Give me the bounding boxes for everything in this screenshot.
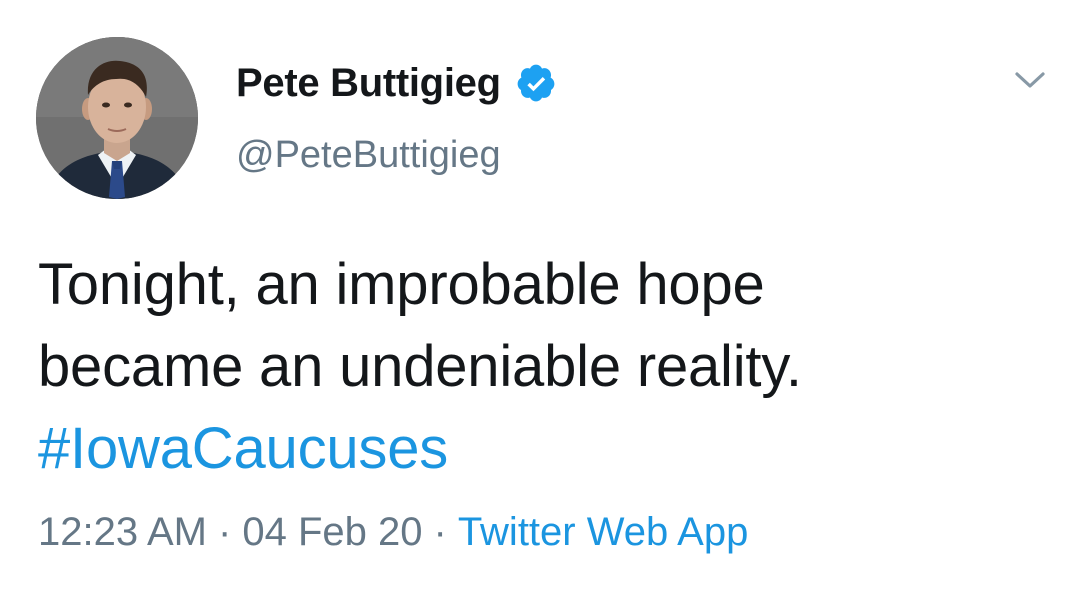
hashtag-link[interactable]: #IowaCaucuses: [38, 416, 448, 481]
tweet-text: Tonight, an improbable hope became an un…: [38, 244, 1038, 490]
tweet-time[interactable]: 12:23 AM: [38, 510, 207, 555]
tweet-card: Pete Buttigieg @PeteButtigieg Tonight, a…: [0, 0, 1080, 593]
tweet-text-line: Tonight, an improbable hope: [38, 252, 765, 317]
tweet-metadata: 12:23 AM · 04 Feb 20 · Twitter Web App: [38, 510, 748, 555]
verified-badge-icon: [515, 62, 557, 104]
avatar[interactable]: [36, 37, 198, 199]
separator: ·: [433, 510, 447, 554]
avatar-image: [36, 37, 198, 199]
display-name[interactable]: Pete Buttigieg: [236, 61, 501, 106]
author-row: Pete Buttigieg: [236, 58, 557, 108]
chevron-down-icon[interactable]: [1010, 62, 1050, 98]
tweet-date[interactable]: 04 Feb 20: [242, 510, 422, 555]
tweet-text-line: became an undeniable reality.: [38, 334, 802, 399]
separator: ·: [218, 510, 232, 554]
source-link[interactable]: Twitter Web App: [458, 510, 749, 555]
user-handle[interactable]: @PeteButtigieg: [236, 134, 501, 177]
